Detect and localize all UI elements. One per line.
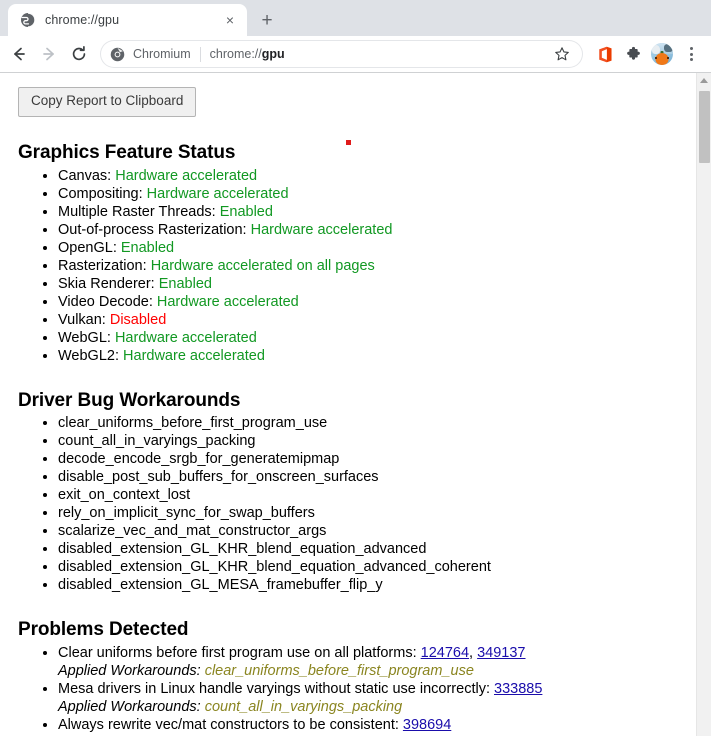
applied-workaround-name: count_all_in_varyings_packing [204,699,403,716]
omnibox-brand-label: Chromium [133,47,191,61]
reload-button[interactable] [64,39,94,69]
star-icon[interactable] [551,43,573,65]
feature-status-item: Video Decode: Hardware accelerated [58,293,696,311]
tab-strip: chrome://gpu × + [0,0,711,36]
applied-workarounds-label: Applied Workarounds: [58,663,205,680]
driver-bug-workaround-item: exit_on_context_lost [58,486,696,504]
feature-status-item: OpenGL: Enabled [58,239,696,257]
problems-detected-heading: Problems Detected [18,619,189,641]
driver-bug-workaround-item: disabled_extension_GL_MESA_framebuffer_f… [58,576,696,594]
problem-item: Clear uniforms before first program use … [58,644,696,662]
bug-link[interactable]: 398694 [403,717,451,733]
feature-label: Rasterization: [58,257,151,274]
feature-label: Video Decode: [58,293,157,310]
problem-description: Clear uniforms before first program use … [58,645,421,662]
feature-status-item: Skia Renderer: Enabled [58,275,696,293]
feature-status-item: WebGL: Hardware accelerated [58,329,696,347]
feature-label: Out-of-process Rasterization: [58,221,251,238]
feature-status-heading: Graphics Feature Status [18,141,236,163]
page-scrollbar[interactable] [696,73,711,736]
address-bar[interactable]: Chromium chrome://gpu [100,40,583,68]
applied-workaround-name: clear_uniforms_before_first_program_use [204,663,474,680]
bug-link[interactable]: 333885 [494,681,542,697]
feature-status-item: Multiple Raster Threads: Enabled [58,203,696,221]
feature-status-value: Hardware accelerated [250,221,393,238]
driver-bug-workaround-item: disable_post_sub_buffers_for_onscreen_su… [58,468,696,486]
feature-status-value: Hardware accelerated on all pages [150,257,375,274]
feature-status-value: Hardware accelerated [156,293,299,310]
driver-bug-workaround-item: rely_on_implicit_sync_for_swap_buffers [58,504,696,522]
driver-bug-workaround-item: disabled_extension_GL_KHR_blend_equation… [58,540,696,558]
forward-button[interactable] [34,39,64,69]
cursor-marker [346,140,351,145]
bug-link[interactable]: 124764 [421,645,469,661]
new-tab-button[interactable]: + [253,6,281,34]
feature-label: Vulkan: [58,311,110,328]
feature-status-list: Canvas: Hardware acceleratedCompositing:… [18,167,696,365]
feature-status-item: Rasterization: Hardware accelerated on a… [58,257,696,275]
feature-status-value: Enabled [219,203,273,220]
feature-status-value: Hardware accelerated [115,167,258,184]
applied-workarounds-line: Applied Workarounds: count_all_in_varyin… [58,698,696,716]
feature-label: Compositing: [58,185,147,202]
feature-status-value: Hardware accelerated [114,329,257,346]
feature-label: WebGL2: [58,347,124,364]
page-viewport: Copy Report to Clipboard Graphics Featur… [0,73,711,736]
applied-workarounds-line: Applied Workarounds: clear_uniforms_befo… [58,662,696,680]
problem-item: Mesa drivers in Linux handle varyings wi… [58,680,696,698]
feature-status-value: Hardware accelerated [123,347,265,364]
browser-toolbar: Chromium chrome://gpu [0,36,711,72]
problem-description: Mesa drivers in Linux handle varyings wi… [58,681,494,698]
omnibox-url-prefix: chrome:// [209,47,262,61]
feature-status-item: Out-of-process Rasterization: Hardware a… [58,221,696,239]
gpu-page-content: Copy Report to Clipboard Graphics Featur… [0,73,696,736]
driver-bug-workaround-item: clear_uniforms_before_first_program_use [58,414,696,432]
back-button[interactable] [4,39,34,69]
feature-label: Canvas: [58,167,116,184]
omnibox-url-emphasis: gpu [261,47,285,61]
tab-chrome-gpu[interactable]: chrome://gpu × [8,4,247,36]
feature-status-item: Vulkan: Disabled [58,311,696,329]
driver-bug-workarounds-list: clear_uniforms_before_first_program_usec… [18,414,696,594]
problems-detected-list: Clear uniforms before first program use … [18,644,696,736]
office-extension-icon[interactable] [590,40,618,68]
driver-bug-workaround-item: count_all_in_varyings_packing [58,432,696,450]
driver-bug-workaround-item: scalarize_vec_and_mat_constructor_args [58,522,696,540]
feature-label: Skia Renderer: [58,275,159,292]
feature-status-value: Hardware accelerated [146,185,289,202]
feature-status-value: Enabled [120,239,175,256]
close-icon[interactable]: × [221,11,239,29]
copy-report-button[interactable]: Copy Report to Clipboard [18,87,197,117]
extensions-puzzle-icon[interactable] [619,40,647,68]
feature-status-value: Enabled [158,275,212,292]
bug-link[interactable]: 349137 [477,645,525,661]
feature-label: Multiple Raster Threads: [58,203,220,220]
feature-status-item: WebGL2: Hardware accelerated [58,347,696,365]
problem-item: Always rewrite vec/mat constructors to b… [58,716,696,734]
globe-icon [20,12,36,28]
feature-status-value: Disabled [109,311,167,328]
driver-bug-workarounds-heading: Driver Bug Workarounds [18,389,241,411]
feature-label: WebGL: [58,329,115,346]
omnibox-separator [199,46,201,62]
scroll-up-arrow-icon[interactable] [697,73,711,88]
omnibox-url: chrome://gpu [210,47,545,61]
feature-label: OpenGL: [58,239,121,256]
driver-bug-workaround-item: decode_encode_srgb_for_generatemipmap [58,450,696,468]
problem-description: Always rewrite vec/mat constructors to b… [58,717,403,734]
three-dot-menu-icon[interactable] [677,40,705,68]
feature-status-item: Compositing: Hardware accelerated [58,185,696,203]
profile-avatar[interactable] [648,40,676,68]
chromium-logo-icon [109,46,125,62]
tab-title: chrome://gpu [45,13,120,27]
feature-status-item: Canvas: Hardware accelerated [58,167,696,185]
driver-bug-workaround-item: disabled_extension_GL_KHR_blend_equation… [58,558,696,576]
browser-window: chrome://gpu × + Chromium chrome://gpu C… [0,0,711,736]
scrollbar-thumb[interactable] [699,91,710,163]
applied-workarounds-label: Applied Workarounds: [58,699,205,716]
